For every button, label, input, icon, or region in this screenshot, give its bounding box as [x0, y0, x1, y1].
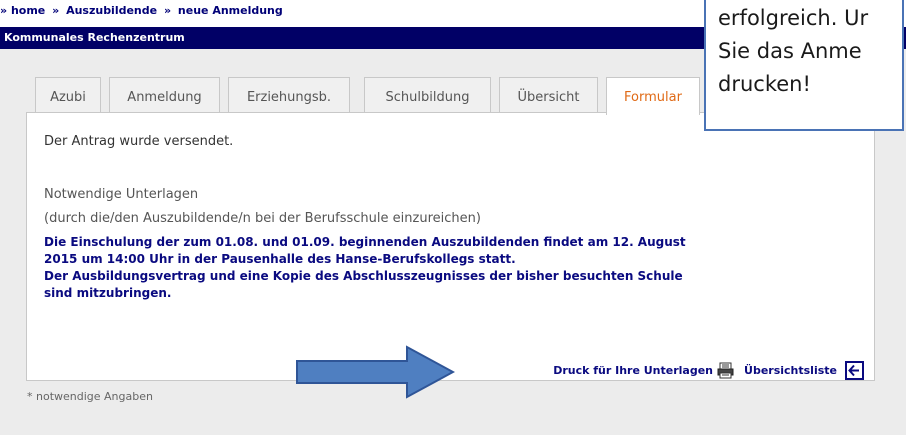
breadcrumb-auszubildende-link[interactable]: Auszubildende	[66, 4, 157, 17]
required-documents-title: Notwendige Unterlagen	[44, 187, 199, 202]
action-links: Druck für Ihre Unterlagen Übersichtslist…	[549, 361, 864, 380]
back-arrow-icon[interactable]	[845, 361, 864, 380]
callout-line: erfolgreich. Ur	[718, 6, 869, 30]
breadcrumb-separator: »	[52, 4, 60, 17]
callout-text: erfolgreich. Ur Sie das Anme drucken!	[718, 2, 868, 101]
overview-list-link[interactable]: Übersichtsliste	[744, 364, 837, 377]
breadcrumb-separator: »	[163, 4, 172, 17]
form-panel: Der Antrag wurde versendet. Notwendige U…	[26, 112, 875, 381]
callout-line: drucken!	[718, 72, 811, 96]
info-line: 2015 um 14:00 Uhr in der Pausenhalle des…	[44, 252, 516, 266]
breadcrumb-prefix: »	[0, 4, 8, 17]
enrollment-info: Die Einschulung der zum 01.08. und 01.09…	[44, 234, 844, 302]
printer-icon[interactable]	[717, 362, 734, 379]
breadcrumb-neue-anmeldung-link[interactable]: neue Anmeldung	[178, 4, 283, 17]
info-line: Die Einschulung der zum 01.08. und 01.09…	[44, 235, 686, 249]
tab-erziehungsberechtigte[interactable]: Erziehungsb.	[228, 77, 350, 113]
tab-formular[interactable]: Formular	[606, 77, 700, 115]
tab-uebersicht[interactable]: Übersicht	[499, 77, 598, 113]
required-fields-note: * notwendige Angaben	[27, 390, 153, 403]
info-line: sind mitzubringen.	[44, 286, 172, 300]
breadcrumb-home-link[interactable]: home	[11, 4, 45, 17]
tab-anmeldung[interactable]: Anmeldung	[109, 77, 220, 113]
info-line: Der Ausbildungsvertrag und eine Kopie de…	[44, 269, 683, 283]
callout-box: erfolgreich. Ur Sie das Anme drucken!	[704, 0, 904, 131]
callout-line: Sie das Anme	[718, 39, 862, 63]
tab-azubi[interactable]: Azubi	[35, 77, 101, 113]
sent-message: Der Antrag wurde versendet.	[44, 134, 234, 149]
breadcrumb: » home » Auszubildende » neue Anmeldung	[0, 4, 283, 20]
required-documents-subtitle: (durch die/den Auszubildende/n bei der B…	[44, 211, 481, 226]
print-link[interactable]: Druck für Ihre Unterlagen	[553, 364, 713, 377]
pointer-arrow	[296, 345, 455, 399]
tab-schulbildung[interactable]: Schulbildung	[364, 77, 491, 113]
